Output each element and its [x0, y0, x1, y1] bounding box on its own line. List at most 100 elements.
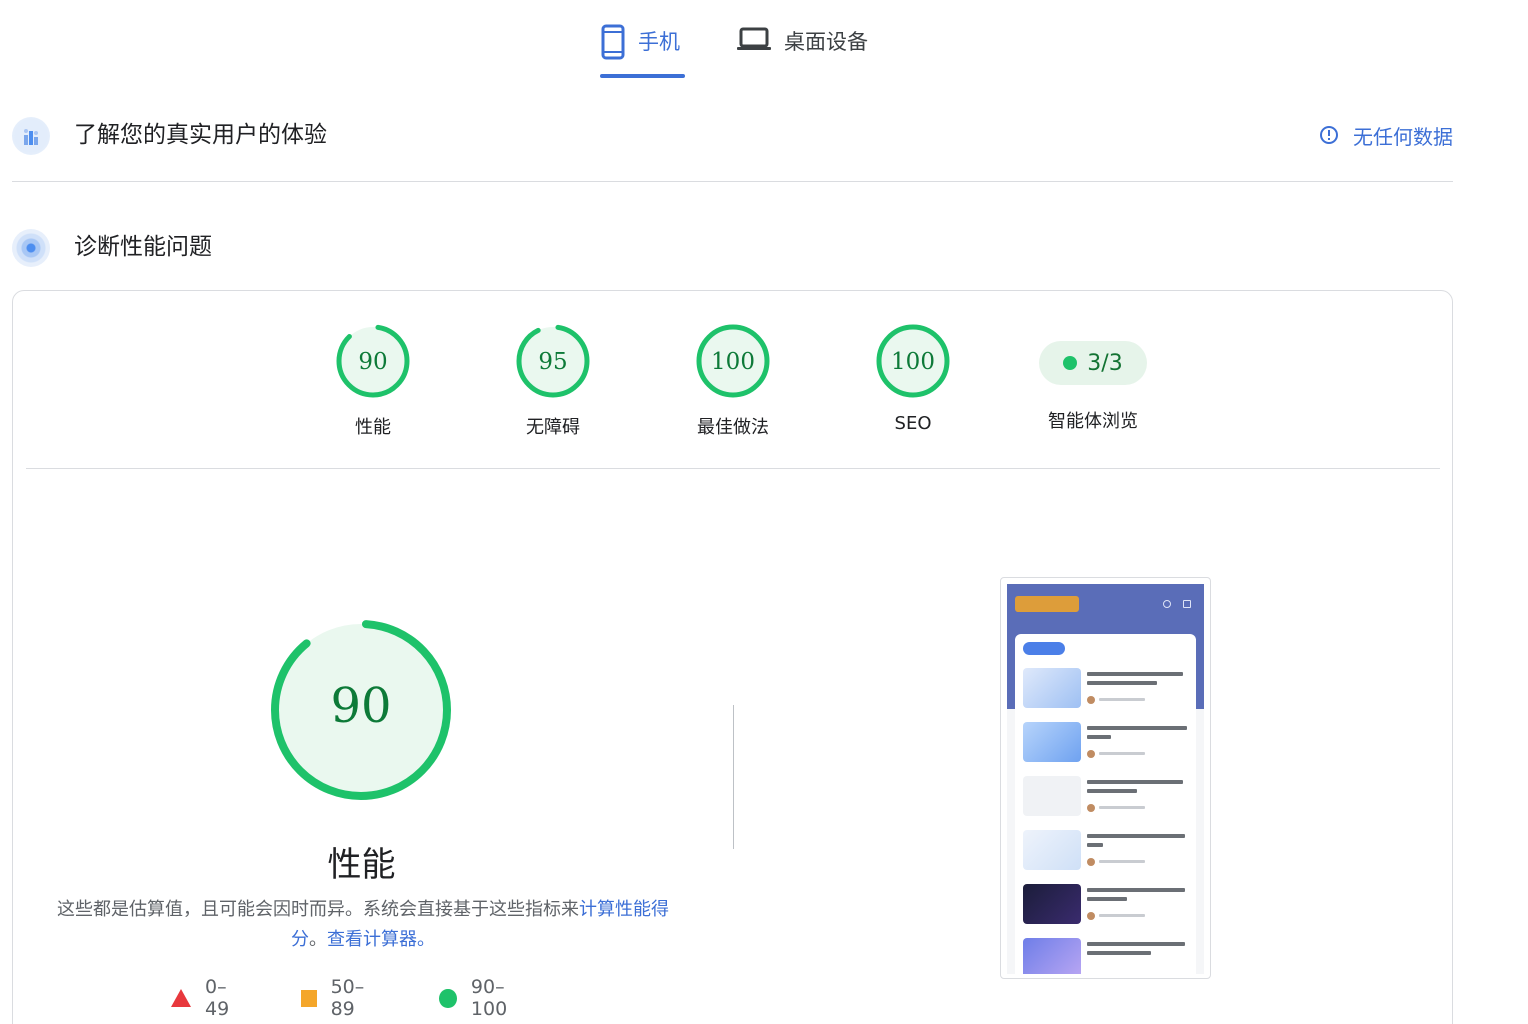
- lighthouse-report-card: 90 性能 95 无障碍 100 最佳做法 100 SEO 3/3 智能体浏览 …: [12, 290, 1453, 1024]
- gauge-label: 最佳做法: [697, 417, 769, 438]
- screenshot-avatar: [1087, 750, 1095, 758]
- no-data-label: 无任何数据: [1353, 124, 1453, 149]
- gauge-ring: 90: [336, 324, 410, 398]
- gauge-label: 无障碍: [526, 417, 580, 438]
- screenshot-post-line: [1087, 735, 1111, 739]
- gauge-accessibility[interactable]: 95 无障碍: [483, 323, 623, 439]
- screenshot-post: [1023, 884, 1189, 930]
- screenshot-post-meta: [1099, 806, 1145, 809]
- vertical-divider: [733, 705, 734, 849]
- screenshot-post-line: [1087, 681, 1157, 685]
- screenshot-post-line: [1087, 834, 1185, 838]
- legend-range: 90–100: [470, 976, 508, 1020]
- gauge-score: 100: [711, 349, 755, 375]
- legend-fail: 0–49: [171, 976, 245, 1020]
- legend-range: 50–89: [330, 976, 365, 1020]
- screenshot-post-line: [1087, 789, 1137, 793]
- agent-value: 3/3: [1087, 350, 1123, 376]
- big-score: 90: [330, 678, 391, 734]
- screenshot-post-meta: [1099, 914, 1145, 917]
- gauge-agentic-browsing[interactable]: 3/3 智能体浏览: [1023, 323, 1163, 433]
- screenshot-post-meta: [1099, 698, 1145, 701]
- gauge-ring: 100: [696, 324, 770, 398]
- screenshot-post-image: [1023, 884, 1081, 924]
- section-divider: [12, 181, 1453, 182]
- tab-mobile[interactable]: 手机: [600, 18, 685, 78]
- screenshot-post-line: [1087, 726, 1187, 730]
- screenshot-post-line: [1087, 951, 1151, 955]
- tab-desktop[interactable]: 桌面设备: [736, 18, 868, 78]
- screenshot-post: [1023, 776, 1189, 822]
- screenshot-post-line: [1087, 942, 1185, 946]
- gauge-performance[interactable]: 90 性能: [303, 323, 443, 439]
- screenshot-post-line: [1087, 897, 1127, 901]
- card-divider: [26, 468, 1440, 469]
- no-data-indicator[interactable]: 无任何数据: [1319, 105, 1453, 165]
- screenshot-post-image: [1023, 938, 1081, 974]
- screenshot-post: [1023, 938, 1189, 974]
- crux-section: 了解您的真实用户的体验 无任何数据: [12, 105, 1453, 165]
- gauge-score: 95: [538, 349, 567, 375]
- fail-triangle-icon: [171, 989, 191, 1007]
- screenshot-avatar: [1087, 912, 1095, 920]
- screenshot-post-image: [1023, 776, 1081, 816]
- pass-circle-icon: [439, 988, 457, 1008]
- screenshot-post-line: [1087, 888, 1185, 892]
- gauge-label: SEO: [894, 413, 932, 434]
- screenshot-tag: [1023, 642, 1065, 655]
- crux-title: 了解您的真实用户的体验: [74, 122, 327, 148]
- device-tabs: 手机 桌面设备: [0, 0, 1528, 80]
- screenshot-post-line: [1087, 780, 1183, 784]
- score-legend: 0–49 50–89 90–100: [171, 976, 591, 1020]
- diagnose-title: 诊断性能问题: [74, 234, 212, 260]
- performance-title: 性能: [327, 845, 396, 885]
- gauge-score: 100: [891, 349, 935, 375]
- legend-pass: 90–100: [439, 976, 535, 1020]
- gauge-label: 性能: [355, 417, 391, 438]
- screenshot-post: [1023, 722, 1189, 768]
- screenshot-avatar: [1087, 804, 1095, 812]
- screenshot-menu-icon: [1183, 600, 1191, 608]
- legend-average: 50–89: [301, 976, 383, 1020]
- gauge-ring: 95: [516, 324, 590, 398]
- screenshot-post-image: [1023, 830, 1081, 870]
- tab-desktop-label: 桌面设备: [784, 30, 868, 54]
- screenshot-post-meta: [1099, 752, 1145, 755]
- view-calculator-link[interactable]: 查看计算器。: [327, 929, 435, 950]
- screenshot-post-line: [1087, 843, 1103, 847]
- performance-big-gauge: 90: [271, 620, 451, 800]
- desc-text: 这些都是估算值，且可能会因时而异。系统会直接基于这些指标来: [57, 899, 579, 920]
- desc-sep: 。: [309, 929, 327, 950]
- performance-description: 这些都是估算值，且可能会因时而异。系统会直接基于这些指标来计算性能得分。查看计算…: [53, 895, 673, 955]
- gauge-best-practices[interactable]: 100 最佳做法: [663, 323, 803, 439]
- screenshot-search-icon: [1163, 600, 1171, 608]
- score-gauges: 90 性能 95 无障碍 100 最佳做法 100 SEO 3/3 智能体浏览: [13, 291, 1452, 469]
- gauge-label: 智能体浏览: [1048, 411, 1138, 432]
- screenshot-avatar: [1087, 858, 1095, 866]
- gauge-seo[interactable]: 100 SEO: [843, 323, 983, 434]
- screenshot-post: [1023, 830, 1189, 876]
- tab-mobile-label: 手机: [638, 30, 680, 54]
- final-screenshot[interactable]: [1000, 577, 1211, 979]
- diagnose-section: 诊断性能问题: [12, 217, 1453, 277]
- radar-icon: [12, 229, 50, 267]
- agent-pill: 3/3: [1039, 341, 1147, 385]
- laptop-icon: [737, 27, 771, 50]
- screenshot-page: [1007, 584, 1204, 974]
- average-square-icon: [301, 989, 317, 1007]
- screenshot-post-image: [1023, 668, 1081, 708]
- screenshot-logo: [1015, 596, 1079, 612]
- gauge-score: 90: [358, 349, 387, 375]
- screenshot-avatar: [1087, 696, 1095, 704]
- screenshot-post-list: [1015, 634, 1196, 974]
- screenshot-post: [1023, 668, 1189, 714]
- screenshot-post-line: [1087, 672, 1183, 676]
- pass-dot-icon: [1063, 356, 1078, 370]
- screenshot-post-meta: [1099, 860, 1145, 863]
- info-icon: [1320, 126, 1338, 144]
- screenshot-post-image: [1023, 722, 1081, 762]
- legend-range: 0–49: [205, 976, 230, 1020]
- smartphone-icon: [601, 24, 625, 60]
- gauge-ring: 100: [876, 324, 950, 398]
- users-chart-icon: [12, 117, 50, 155]
